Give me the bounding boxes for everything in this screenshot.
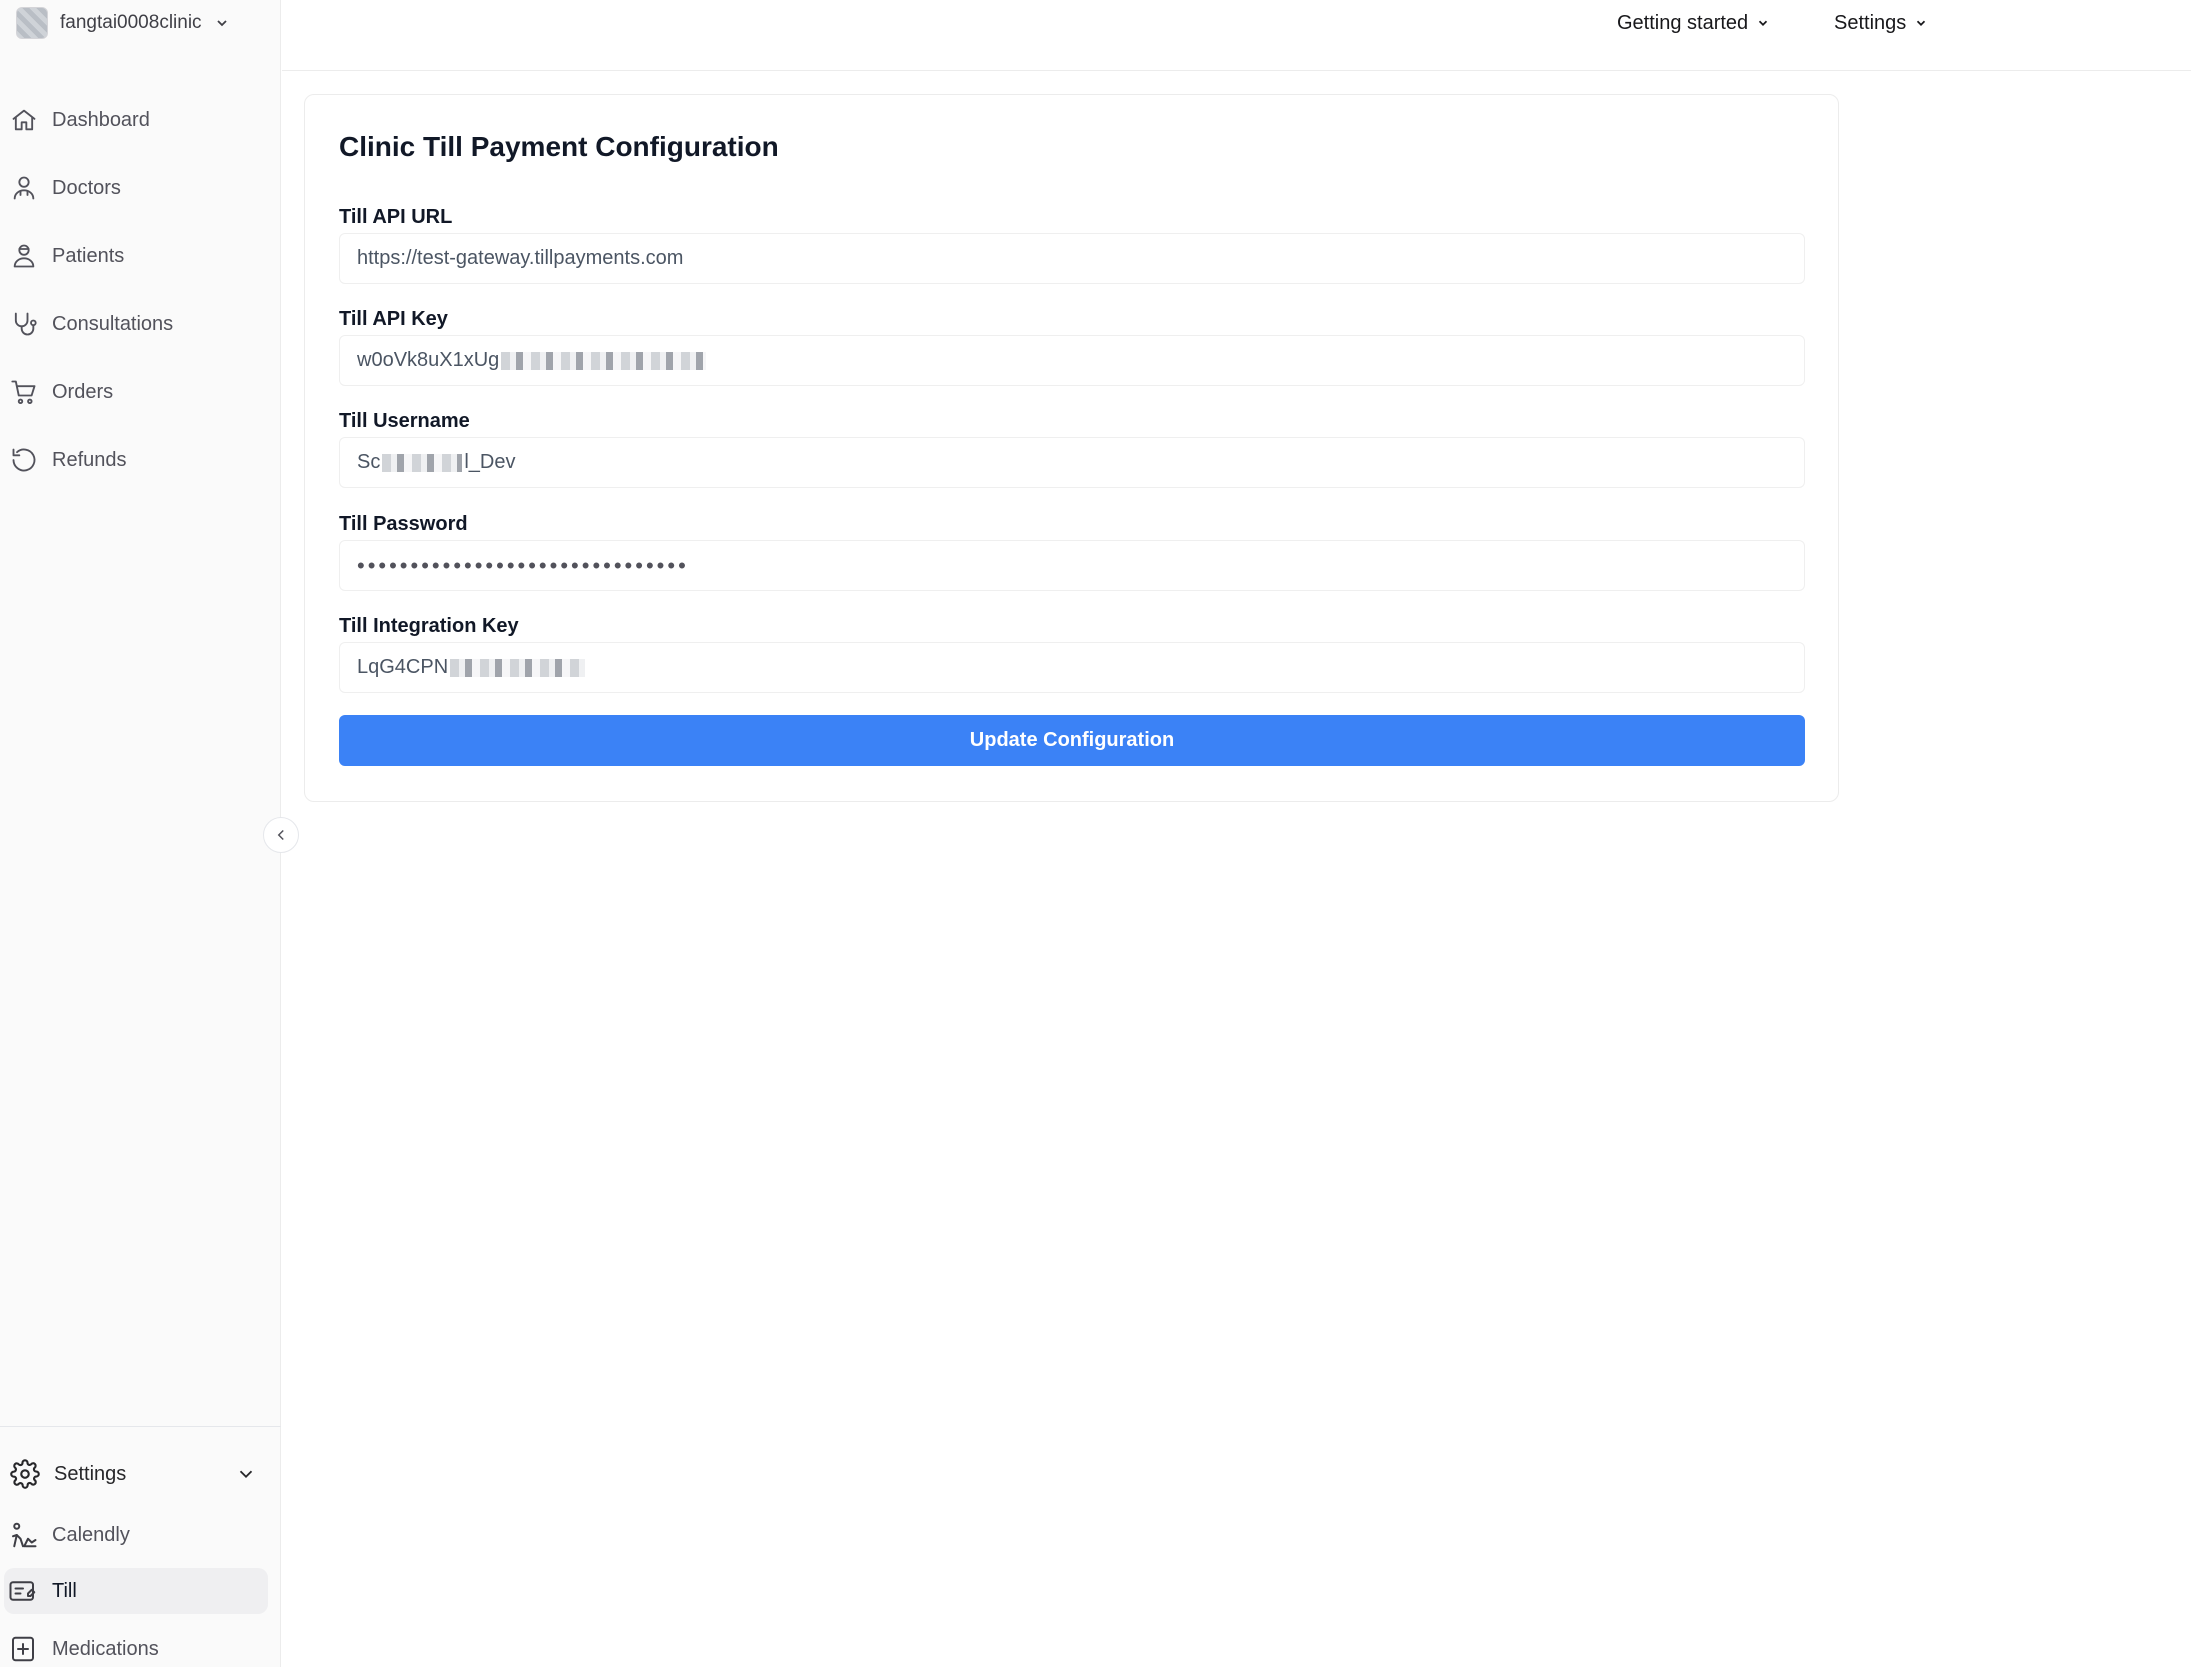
- chevron-down-icon: [1759, 20, 1768, 26]
- chevron-down-icon: [216, 20, 227, 27]
- sidebar-item-label: Patients: [52, 244, 125, 267]
- redacted-mosaic: [382, 453, 463, 472]
- sidebar-item-orders[interactable]: Orders: [0, 358, 281, 426]
- sidebar-item-label: Till: [52, 1579, 77, 1602]
- api-url-label: Till API URL: [339, 206, 453, 228]
- sidebar-item-label: Calendly: [52, 1523, 130, 1546]
- chevron-down-icon: [239, 1470, 253, 1479]
- collapse-sidebar-button[interactable]: [263, 817, 299, 853]
- sidebar-item-patients[interactable]: Patients: [0, 222, 281, 290]
- sidebar-item-label: Refunds: [52, 448, 127, 471]
- username-prefix: Sc: [357, 451, 381, 473]
- password-label: Till Password: [339, 513, 468, 535]
- username-suffix: l_Dev: [464, 451, 516, 473]
- getting-started-label: Getting started: [1617, 11, 1749, 34]
- sidebar-item-label: Dashboard: [52, 108, 150, 131]
- home-icon: [12, 109, 36, 131]
- calendar-person-icon: [12, 1522, 37, 1548]
- sidebar-item-medications[interactable]: Medications: [0, 1626, 281, 1667]
- password-input[interactable]: •••••••••••••••••••••••••••••••: [339, 540, 1805, 591]
- sidebar-item-refunds[interactable]: Refunds: [0, 426, 281, 494]
- api-url-value: https://test-gateway.tillpayments.com: [357, 247, 684, 269]
- clinic-avatar: [16, 7, 48, 39]
- clinic-switcher[interactable]: fangtai0008clinic: [16, 4, 230, 42]
- sidebar-item-label: Orders: [52, 380, 114, 403]
- stethoscope-icon: [14, 312, 37, 336]
- sidebar-item-calendly[interactable]: Calendly: [0, 1512, 281, 1558]
- settings-group-label: Settings: [54, 1462, 127, 1485]
- sidebar-item-consultations[interactable]: Consultations: [0, 290, 281, 358]
- sidebar-item-till[interactable]: Till: [4, 1568, 268, 1614]
- api-key-label: Till API Key: [339, 308, 448, 330]
- sidebar-item-dashboard[interactable]: Dashboard: [0, 86, 281, 154]
- api-key-value: w0oVk8uX1xUg: [357, 349, 500, 371]
- topbar: Getting started Settings: [282, 0, 2191, 71]
- page-title: Clinic Till Payment Configuration: [339, 131, 779, 162]
- settings-menu[interactable]: Settings: [1834, 10, 1928, 36]
- cart-icon: [11, 380, 36, 405]
- medical-box-icon: [12, 1636, 34, 1662]
- sidebar-item-doctors[interactable]: Doctors: [0, 154, 281, 222]
- integration-key-input[interactable]: LqG4CPN: [339, 642, 1805, 693]
- username-input[interactable]: Sc l_Dev: [339, 437, 1805, 488]
- sidebar-item-label: Consultations: [52, 312, 174, 335]
- api-key-input[interactable]: w0oVk8uX1xUg: [339, 335, 1805, 386]
- undo-icon: [12, 448, 36, 472]
- doctor-icon: [13, 176, 35, 200]
- sidebar-item-label: Doctors: [52, 176, 121, 199]
- chevron-down-icon: [1917, 20, 1926, 26]
- settings-menu-label: Settings: [1834, 11, 1907, 34]
- getting-started-menu[interactable]: Getting started: [1617, 10, 1770, 36]
- integration-key-value: LqG4CPN: [357, 656, 449, 678]
- sidebar-divider: [0, 1426, 281, 1427]
- sidebar-item-label: Medications: [52, 1637, 159, 1660]
- till-icon: [9, 1581, 36, 1601]
- integration-key-label: Till Integration Key: [339, 615, 519, 637]
- settings-group-toggle[interactable]: Settings: [0, 1442, 281, 1506]
- till-config-card: Clinic Till Payment Configuration Till A…: [304, 94, 1839, 802]
- chevron-left-icon: [277, 829, 284, 841]
- clinic-name: fangtai0008clinic: [60, 12, 202, 33]
- redacted-mosaic: [450, 658, 586, 677]
- main-nav: Dashboard Doctors Patients Consultations…: [0, 86, 281, 494]
- redacted-mosaic: [501, 351, 707, 370]
- gear-icon: [10, 1459, 40, 1489]
- password-value: •••••••••••••••••••••••••••••••: [357, 552, 689, 578]
- patient-icon: [13, 244, 35, 268]
- update-configuration-button[interactable]: Update Configuration: [339, 715, 1805, 766]
- sidebar: fangtai0008clinic Dashboard Doctors Pati…: [0, 0, 281, 1667]
- username-label: Till Username: [339, 410, 470, 432]
- api-url-input[interactable]: https://test-gateway.tillpayments.com: [339, 233, 1805, 284]
